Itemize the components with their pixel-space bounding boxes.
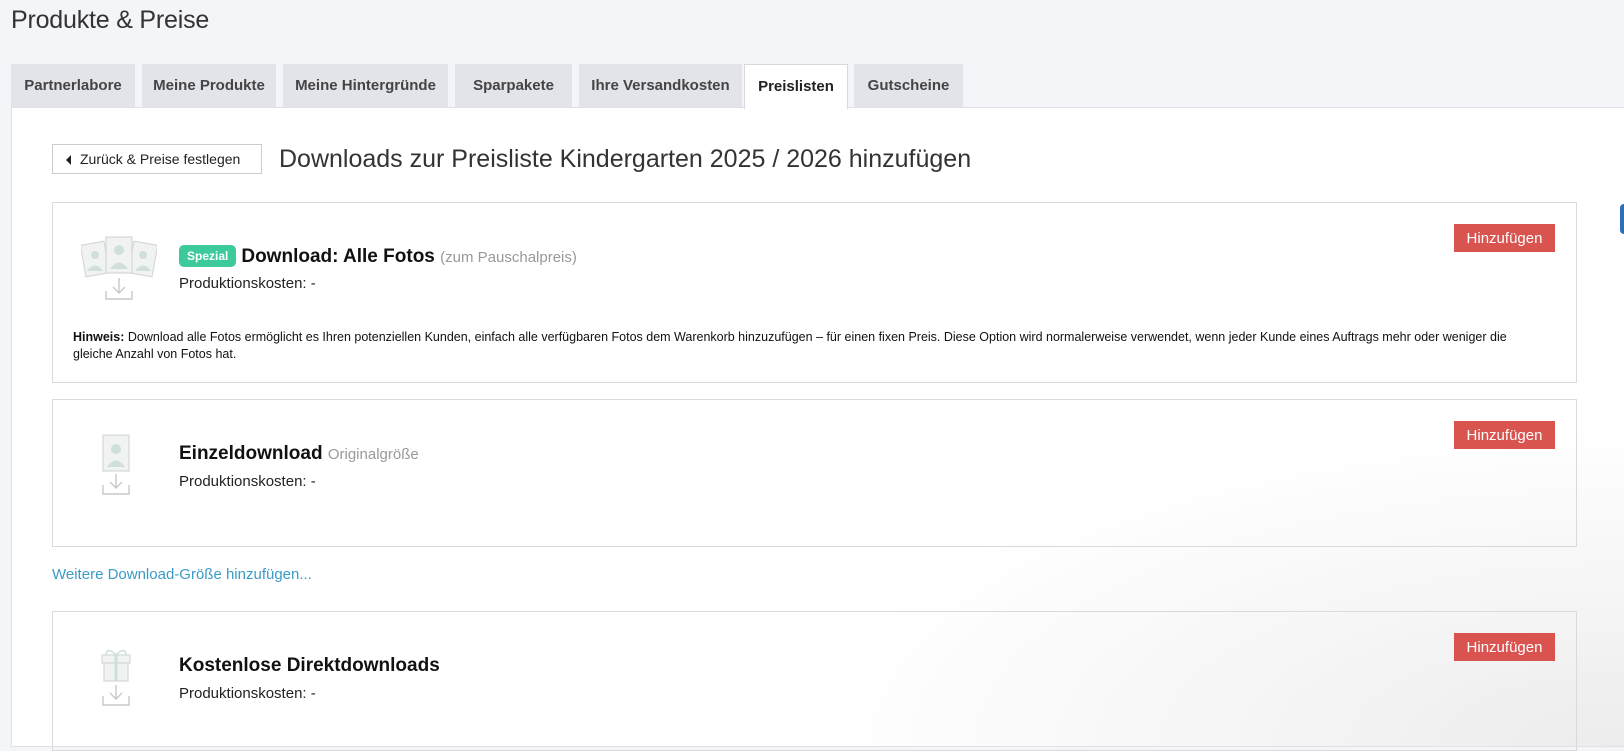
tab-partnerlabore[interactable]: Partnerlabore [11, 64, 135, 107]
add-more-download-size-link[interactable]: Weitere Download-Größe hinzufügen... [52, 566, 312, 583]
production-cost: Produktionskosten: - [179, 275, 316, 292]
hint-label: Hinweis: [73, 330, 125, 344]
product-title: Einzeldownload [179, 443, 323, 464]
product-title-row: Spezial Download: Alle Fotos (zum Pauscha… [179, 245, 577, 268]
product-card-single-download: Einzeldownload Originalgröße Produktions… [52, 399, 1577, 547]
product-title-row: Kostenlose Direktdownloads [179, 655, 440, 677]
product-title: Kostenlose Direktdownloads [179, 655, 440, 676]
back-set-prices-button[interactable]: Zurück & Preise festlegen [52, 144, 262, 174]
tab-gutscheine[interactable]: Gutscheine [854, 64, 963, 107]
special-badge: Spezial [179, 245, 237, 267]
page-title: Produkte & Preise [11, 6, 210, 34]
hint-text: Hinweis: Download alle Fotos ermöglicht … [73, 329, 1533, 363]
product-card-all-photos: Spezial Download: Alle Fotos (zum Pauscha… [52, 202, 1577, 383]
gift-download-icon [101, 649, 131, 706]
back-button-label: Zurück & Preise festlegen [80, 151, 241, 167]
all-photos-download-icon [81, 236, 157, 300]
product-card-free-direct-downloads: Kostenlose Direktdownloads Produktionsko… [52, 611, 1577, 751]
caret-left-icon [66, 155, 71, 165]
side-widget-handle[interactable] [1620, 204, 1624, 234]
add-all-photos-button[interactable]: Hinzufügen [1454, 224, 1555, 252]
tab-preislisten[interactable]: Preislisten [744, 64, 848, 109]
tab-sparpakete[interactable]: Sparpakete [455, 64, 572, 107]
product-title: Download: Alle Fotos [241, 246, 435, 267]
product-subtitle: (zum Pauschalpreis) [440, 249, 577, 266]
tab-ihre-versandkosten[interactable]: Ihre Versandkosten [579, 64, 742, 107]
single-photo-download-icon [102, 434, 130, 495]
product-title-row: Einzeldownload Originalgröße [179, 443, 419, 465]
add-single-download-button[interactable]: Hinzufügen [1454, 421, 1555, 449]
add-free-direct-downloads-button[interactable]: Hinzufügen [1454, 633, 1555, 661]
tab-meine-produkte[interactable]: Meine Produkte [142, 64, 276, 107]
product-subtitle: Originalgröße [327, 446, 419, 463]
production-cost: Produktionskosten: - [179, 473, 316, 490]
section-headline: Downloads zur Preisliste Kindergarten 20… [279, 145, 972, 173]
hint-body: Download alle Fotos ermöglicht es Ihren … [73, 330, 1507, 361]
production-cost: Produktionskosten: - [179, 685, 316, 702]
tab-meine-hintergruende[interactable]: Meine Hintergründe [283, 64, 448, 107]
